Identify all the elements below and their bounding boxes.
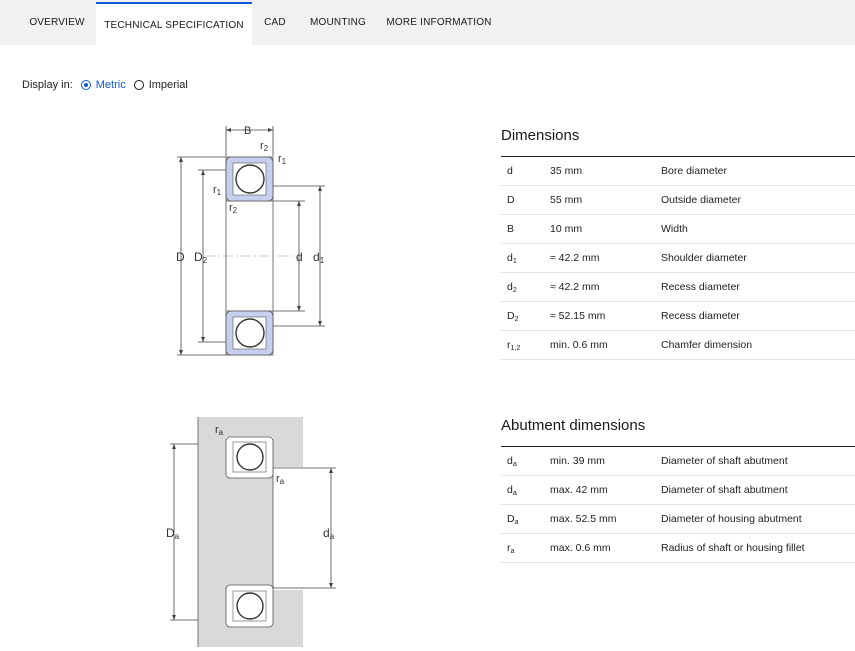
symbol: B (507, 223, 515, 235)
abutment-title: Abutment dimensions (501, 417, 646, 434)
table-row: d1 ≈ 42.2 mm Shoulder diameter (501, 244, 855, 273)
label-ra-inner-sub: a (280, 477, 285, 486)
description: Recess diameter (661, 310, 740, 322)
tab-bar: OVERVIEW TECHNICAL SPECIFICATION CAD MOU… (0, 0, 855, 47)
svg-text:da: da (323, 526, 335, 541)
label-d1-sub: 1 (320, 256, 325, 265)
table-row: Da max. 52.5 mm Diameter of housing abutme… (501, 505, 855, 534)
table-row: B 10 mm Width (501, 215, 855, 244)
value: min. 39 mm (550, 455, 605, 467)
label-Da-sub: a (175, 532, 180, 541)
value: max. 52.5 mm (550, 513, 617, 525)
svg-text:d1: d1 (313, 250, 325, 265)
label-d1: d (313, 250, 320, 264)
symbol: D (507, 194, 515, 206)
label-r1-right-sub: 1 (282, 157, 287, 166)
table-row: d2 ≈ 42.2 mm Recess diameter (501, 273, 855, 302)
label-D2: D (194, 250, 203, 264)
table-row: r1,2 min. 0.6 mm Chamfer dimension (501, 331, 855, 360)
table-row: da max. 42 mm Diameter of shaft abutment (501, 476, 855, 505)
description: Width (661, 223, 688, 235)
symbol: d2 (507, 281, 517, 294)
tab-overview[interactable]: OVERVIEW (22, 0, 92, 45)
metric-label: Metric (95, 79, 126, 91)
metric-radio[interactable]: Metric (80, 79, 126, 91)
label-r2-inner-sub: 2 (233, 206, 238, 215)
description: Bore diameter (661, 165, 727, 177)
radio-checked-icon (80, 80, 91, 90)
value: 55 mm (550, 194, 583, 206)
label-ra-top-sub: a (219, 428, 224, 437)
description: Radius of shaft or housing fillet (661, 542, 805, 554)
description: Diameter of shaft abutment (661, 484, 788, 496)
symbol: D2 (507, 310, 519, 323)
abutment-table: da min. 39 mm Diameter of shaft abutment da… (501, 446, 855, 563)
svg-text:r2: r2 (260, 140, 269, 153)
symbol: d1 (507, 252, 517, 265)
symbol: da (507, 484, 517, 497)
description: Diameter of housing abutment (661, 513, 802, 525)
symbol: da (507, 455, 517, 468)
label-d: d (296, 250, 303, 264)
tab-more-information[interactable]: MORE INFORMATION (384, 0, 494, 45)
description: Outside diameter (661, 194, 741, 206)
label-r2-top-sub: 2 (264, 144, 269, 153)
tab-technical-specification[interactable]: TECHNICAL SPECIFICATION (96, 2, 252, 47)
symbol: d (507, 165, 513, 177)
description: Shoulder diameter (661, 252, 747, 264)
table-row: ra max. 0.6 mm Radius of shaft or housing … (501, 534, 855, 563)
dimensions-title: Dimensions (501, 127, 580, 144)
value: max. 42 mm (550, 484, 608, 496)
svg-text:r1: r1 (213, 184, 222, 197)
value: ≈ 52.15 mm (550, 310, 606, 322)
label-r1-left-sub: 1 (217, 188, 222, 197)
label-B: B (244, 125, 251, 137)
imperial-label: Imperial (148, 79, 188, 91)
label-da-sub: a (330, 532, 335, 541)
bearing-dimension-drawing: B r2 r1 r1 r2 D D2 d d1 (176, 125, 325, 356)
symbol: ra (507, 542, 515, 555)
display-label: Display in: (22, 79, 73, 91)
table-row: D 55 mm Outside diameter (501, 186, 855, 215)
value: 35 mm (550, 165, 583, 177)
tab-cad[interactable]: CAD (258, 0, 292, 45)
radio-unchecked-icon (133, 80, 144, 90)
table-row: d 35 mm Bore diameter (501, 157, 855, 186)
label-D2-sub: 2 (203, 256, 208, 265)
label-D: D (176, 250, 185, 264)
symbol: r1,2 (507, 339, 521, 352)
value: 10 mm (550, 223, 583, 235)
dimensions-table: d 35 mm Bore diameter D 55 mm Outside diamete… (501, 156, 855, 360)
description: Recess diameter (661, 281, 740, 293)
imperial-radio[interactable]: Imperial (133, 79, 188, 91)
svg-text:D2: D2 (194, 250, 208, 265)
abutment-dimension-drawing: ra ra Da da (166, 417, 336, 647)
tab-mounting[interactable]: MOUNTING (304, 0, 372, 45)
svg-text:Da: Da (166, 526, 180, 541)
value: min. 0.6 mm (550, 339, 608, 351)
table-row: da min. 39 mm Diameter of shaft abutment (501, 447, 855, 476)
description: Chamfer dimension (661, 339, 753, 351)
description: Diameter of shaft abutment (661, 455, 788, 467)
unit-selector: Display in: Metric Imperial (22, 79, 188, 91)
label-Da: D (166, 526, 175, 540)
label-da: d (323, 526, 330, 540)
table-row: D2 ≈ 52.15 mm Recess diameter (501, 302, 855, 331)
svg-text:ra: ra (276, 473, 285, 486)
svg-text:r1: r1 (278, 153, 287, 166)
symbol: Da (507, 513, 519, 526)
value: max. 0.6 mm (550, 542, 611, 554)
value: ≈ 42.2 mm (550, 281, 600, 293)
value: ≈ 42.2 mm (550, 252, 600, 264)
